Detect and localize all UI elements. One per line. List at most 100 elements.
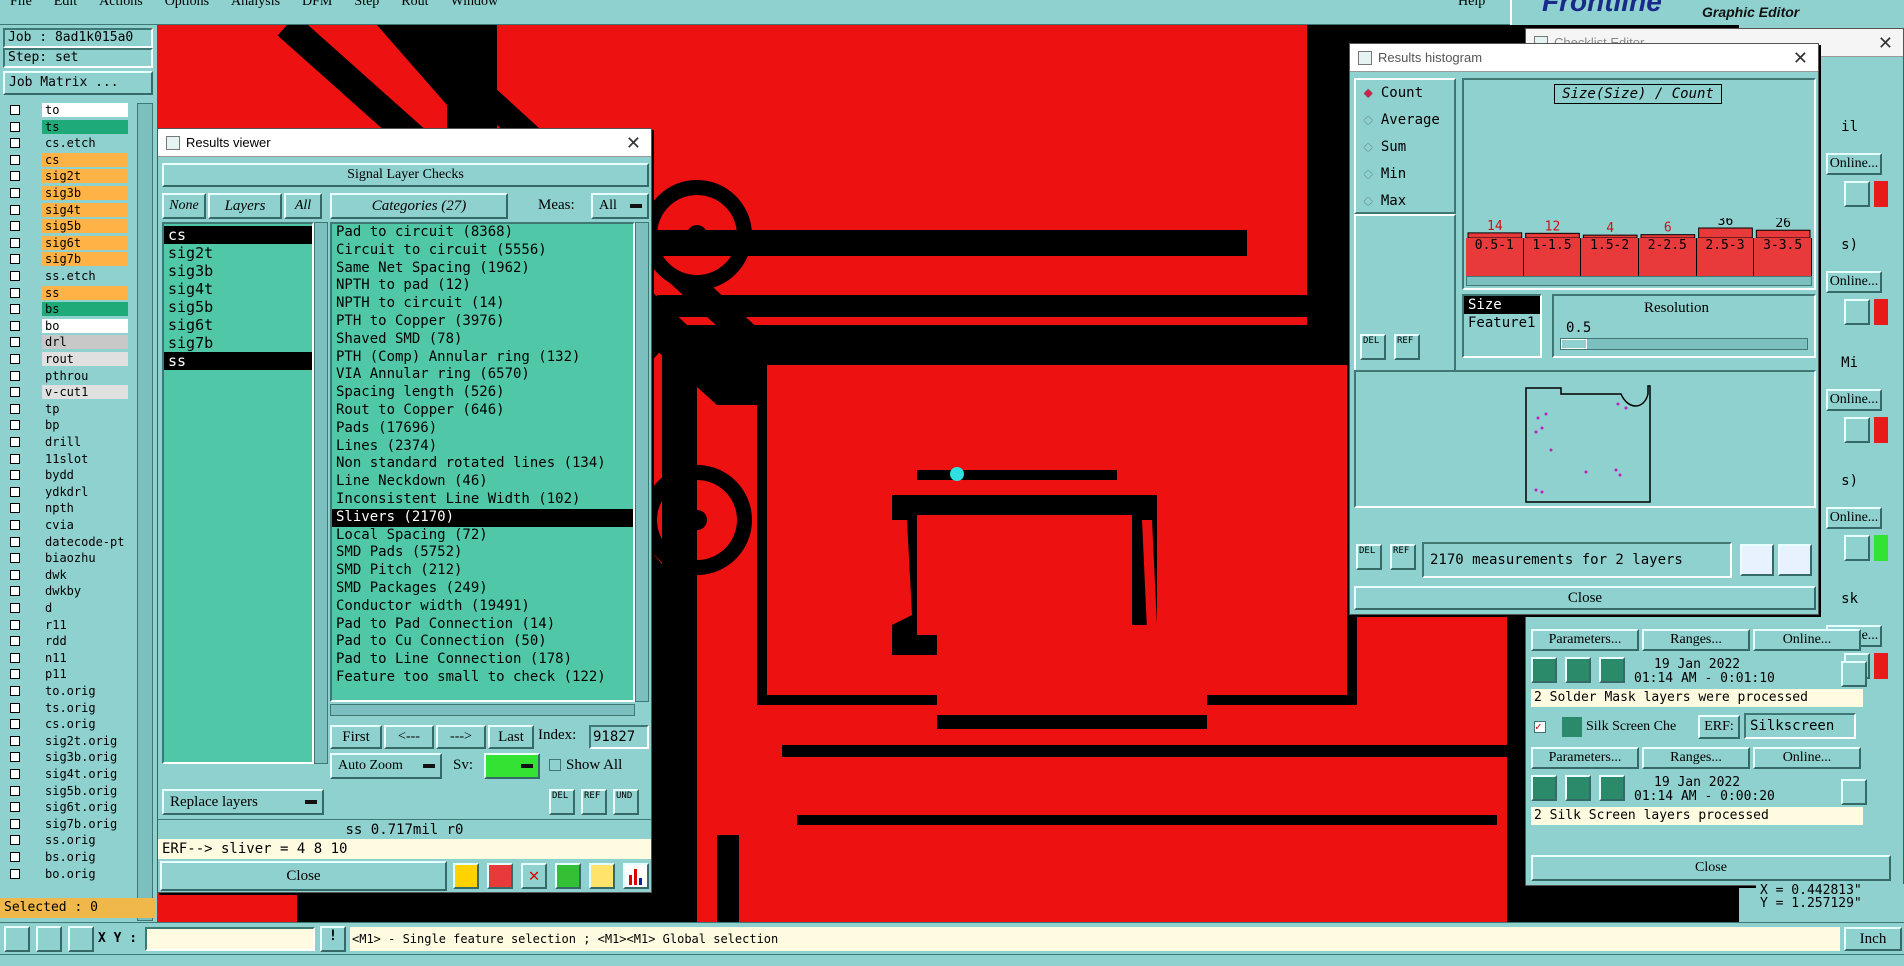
ranges-button[interactable]: Ranges... xyxy=(1642,629,1750,651)
layer-row[interactable]: ts.orig xyxy=(6,700,128,715)
menu-item[interactable]: Window xyxy=(451,0,499,10)
layer-row[interactable]: d xyxy=(6,601,128,615)
layer-row[interactable]: sig4t xyxy=(6,202,128,217)
layer-name[interactable]: ts xyxy=(42,119,128,134)
layer-name[interactable]: ss.etch xyxy=(42,269,128,283)
layer-row[interactable]: bo xyxy=(6,318,128,333)
category-item[interactable]: NPTH to circuit (14) xyxy=(332,295,633,313)
radio-icon[interactable]: ◆ xyxy=(1364,112,1381,128)
layer-checkbox[interactable] xyxy=(10,735,20,746)
layer-name[interactable]: npth xyxy=(42,501,128,516)
category-item[interactable]: Shaved SMD (78) xyxy=(332,331,633,349)
layer-checkbox[interactable] xyxy=(10,254,20,265)
layer-name[interactable]: sig5b xyxy=(42,219,128,234)
layer-checkbox[interactable] xyxy=(10,387,20,398)
layer-name[interactable]: sig2t.orig xyxy=(42,733,128,748)
layer-name[interactable]: sig3b.orig xyxy=(42,750,128,765)
layer-name[interactable]: sig2t xyxy=(42,169,128,184)
category-item[interactable]: PTH to Copper (3976) xyxy=(332,313,633,331)
meas-dropdown[interactable]: All xyxy=(591,193,649,219)
online-button-partial[interactable]: Online... xyxy=(1826,389,1882,411)
layer-name[interactable]: sig5b.orig xyxy=(42,783,128,798)
layer-name[interactable]: sig4t xyxy=(42,202,128,217)
last-button[interactable]: Last xyxy=(488,725,534,749)
histogram-bin[interactable]: 3-3.5 xyxy=(1754,238,1812,276)
category-item[interactable]: NPTH to pad (12) xyxy=(332,277,633,295)
histogram-close-button[interactable]: Close xyxy=(1354,586,1816,610)
histogram-bin[interactable]: 1-1.5 xyxy=(1523,238,1582,276)
category-item[interactable]: Rout to Copper (646) xyxy=(332,402,633,420)
run-icon-6[interactable] xyxy=(1599,775,1625,801)
layer-name[interactable]: cs.etch xyxy=(42,136,128,151)
layer-row[interactable]: p11 xyxy=(6,667,128,682)
layer-checkbox[interactable] xyxy=(10,221,20,232)
category-item[interactable]: Local Spacing (72) xyxy=(332,527,633,545)
layer-checkbox[interactable] xyxy=(10,370,20,381)
snap-tool-icon[interactable] xyxy=(68,926,94,952)
del-icon[interactable]: DEL xyxy=(1360,334,1386,360)
undo-icon[interactable]: UND xyxy=(613,789,639,815)
run-icon-3[interactable] xyxy=(1599,657,1625,683)
online-button-partial[interactable]: Online... xyxy=(1826,507,1882,529)
layer-list-scrollbar[interactable] xyxy=(314,222,328,764)
del-icon-2[interactable]: DEL xyxy=(1356,544,1382,570)
layer-checkbox[interactable] xyxy=(10,586,20,597)
info-icon[interactable]: ! xyxy=(320,926,346,952)
run-icon-5[interactable] xyxy=(1565,775,1591,801)
mode-option[interactable]: ◆ Average xyxy=(1356,107,1454,134)
menu-item[interactable]: Options xyxy=(165,0,209,10)
signal-layer-checks-header[interactable]: Signal Layer Checks xyxy=(162,163,649,187)
histogram-hscroll[interactable] xyxy=(1466,276,1812,286)
layer-checkbox[interactable] xyxy=(10,569,20,580)
layer-row[interactable]: to xyxy=(6,103,128,117)
rv-layer-item[interactable]: sig5b xyxy=(164,298,312,316)
mode-option[interactable]: ◆ Max xyxy=(1356,188,1454,215)
none-button[interactable]: None xyxy=(162,193,206,219)
category-item[interactable]: SMD Pitch (212) xyxy=(332,562,633,580)
layer-row[interactable]: ss.etch xyxy=(6,269,128,283)
layer-checkbox[interactable] xyxy=(10,603,20,613)
run-icon-2[interactable] xyxy=(1565,657,1591,683)
layer-row[interactable]: bs xyxy=(6,302,128,317)
layer-checkbox[interactable] xyxy=(10,769,20,779)
layer-checkbox[interactable] xyxy=(10,669,20,680)
layer-row[interactable]: biaozhu xyxy=(6,551,128,566)
units-dropdown[interactable]: Inch xyxy=(1844,927,1902,951)
silk-erf-field[interactable]: Silkscreen xyxy=(1744,713,1856,739)
layer-checkbox[interactable] xyxy=(10,486,20,497)
layer-checkbox[interactable] xyxy=(10,453,20,464)
menu-item[interactable]: Analysis xyxy=(231,0,280,10)
histogram-tool-icon-1[interactable] xyxy=(1740,544,1774,576)
layer-name[interactable]: sig6t.orig xyxy=(42,800,128,815)
category-item[interactable]: Non standard rotated lines (134) xyxy=(332,455,633,473)
layer-select-list[interactable]: cs sig2t sig3b sig4t sig5b sig6t sig7b ss xyxy=(162,222,314,764)
layer-name[interactable]: 11slot xyxy=(42,451,128,466)
select-tool-icon[interactable] xyxy=(4,926,30,952)
xy-input[interactable] xyxy=(145,927,315,951)
layer-checkbox[interactable] xyxy=(10,403,20,414)
layer-row[interactable]: drl xyxy=(6,335,128,350)
mode-option[interactable]: ◆ Sum xyxy=(1356,134,1454,161)
category-item[interactable]: Conductor width (19491) xyxy=(332,598,633,616)
layer-row[interactable]: rout xyxy=(6,352,128,366)
layer-name[interactable]: sig7b.orig xyxy=(42,816,128,831)
layer-row[interactable]: sig3b xyxy=(6,186,128,200)
layer-name[interactable]: sig3b xyxy=(42,186,128,200)
radio-icon[interactable]: ◆ xyxy=(1364,166,1381,182)
layer-row[interactable]: tp xyxy=(6,401,128,416)
layer-checkbox[interactable] xyxy=(10,852,20,862)
layer-checkbox[interactable] xyxy=(10,520,20,530)
layer-checkbox[interactable] xyxy=(10,320,20,331)
layer-row[interactable]: v-cut1 xyxy=(6,385,128,400)
layer-checkbox[interactable] xyxy=(10,636,20,647)
online-button-partial[interactable]: Online... xyxy=(1826,153,1882,175)
layer-row[interactable]: bydd xyxy=(6,468,128,483)
close-icon[interactable]: ✕ xyxy=(1878,29,1893,57)
category-item[interactable]: Slivers (2170) xyxy=(332,508,633,527)
layer-name[interactable]: v-cut1 xyxy=(42,385,128,400)
layer-row[interactable]: sig6t xyxy=(6,235,128,250)
layer-name[interactable]: d xyxy=(42,601,128,615)
categories-hscrollbar[interactable] xyxy=(330,704,635,716)
layer-name[interactable]: datecode-pt xyxy=(42,534,128,549)
layer-name[interactable]: rout xyxy=(42,352,128,366)
